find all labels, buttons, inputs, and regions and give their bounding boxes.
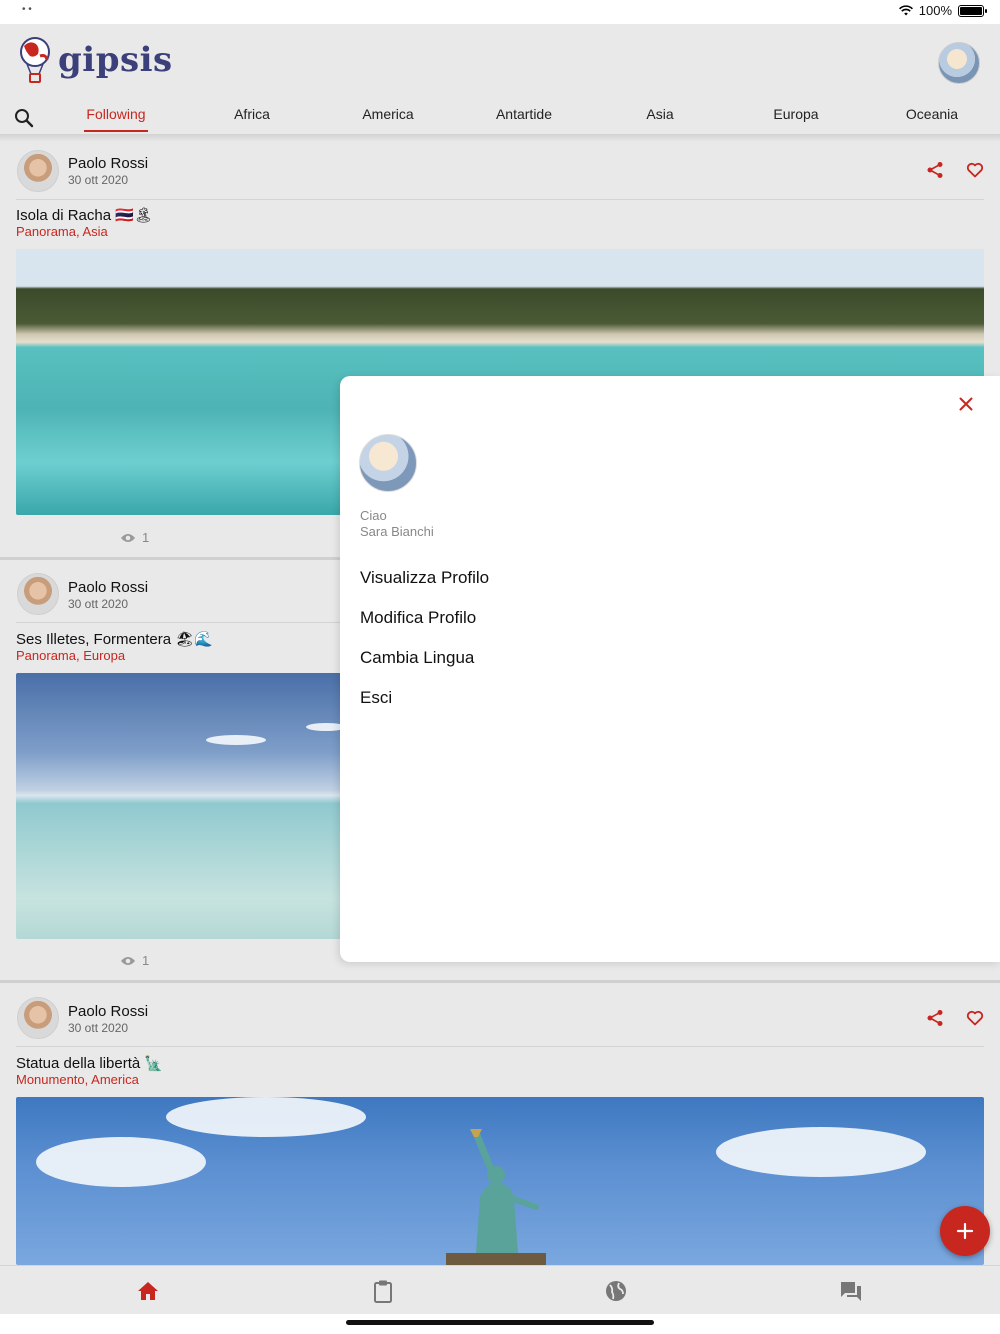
tab-asia[interactable]: Asia <box>610 106 710 122</box>
drawer-greeting: Ciao <box>360 508 387 523</box>
heart-icon[interactable] <box>966 161 984 179</box>
post-category[interactable]: Monumento, America <box>16 1072 139 1087</box>
author-avatar[interactable] <box>17 997 59 1039</box>
tab-oceania[interactable]: Oceania <box>882 106 982 122</box>
share-icon[interactable] <box>926 1009 944 1027</box>
post-title[interactable]: Ses Illetes, Formentera 🏖🌊 <box>16 630 213 648</box>
post-photo[interactable] <box>16 1097 984 1265</box>
tab-europa[interactable]: Europa <box>746 106 846 122</box>
eye-icon <box>121 533 135 542</box>
header-shadow <box>0 134 1000 142</box>
eye-icon <box>121 956 135 965</box>
post-title[interactable]: Isola di Racha 🇹🇭🏝 <box>16 206 153 224</box>
post-date: 30 ott 2020 <box>68 597 129 611</box>
status-dots: • • <box>22 4 32 15</box>
share-icon[interactable] <box>926 161 944 179</box>
balloon-globe-icon <box>20 37 50 83</box>
globe-icon[interactable] <box>603 1279 629 1303</box>
region-tabs: Following Africa America Antartide Asia … <box>0 102 1000 134</box>
chat-icon[interactable] <box>838 1279 864 1303</box>
menu-view-profile[interactable]: Visualizza Profilo <box>360 568 489 588</box>
plus-icon <box>956 1222 974 1240</box>
menu-logout[interactable]: Esci <box>360 688 392 708</box>
menu-edit-profile[interactable]: Modifica Profilo <box>360 608 476 628</box>
post-views: 1 <box>120 530 149 545</box>
home-indicator[interactable] <box>346 1320 654 1325</box>
clipboard-icon[interactable] <box>370 1279 396 1303</box>
tab-antartide[interactable]: Antartide <box>474 106 574 122</box>
drawer-user-name: Sara Bianchi <box>360 524 434 539</box>
tab-africa[interactable]: Africa <box>202 106 302 122</box>
views-count: 1 <box>142 530 150 545</box>
post-title[interactable]: Statua della libertà 🗽 <box>16 1054 163 1072</box>
statue-illustration <box>446 1129 546 1265</box>
post-divider <box>16 1046 984 1047</box>
app-logo-text: gipsis <box>58 40 173 80</box>
active-tab-indicator <box>84 130 148 132</box>
post-divider <box>16 199 984 200</box>
post-category[interactable]: Panorama, Europa <box>16 648 125 663</box>
bottom-navigation <box>0 1265 1000 1315</box>
post-card: Paolo Rossi 30 ott 2020 Statua della lib… <box>0 991 1000 1271</box>
status-bar: • • 100% <box>0 0 1000 24</box>
close-icon[interactable] <box>958 396 974 412</box>
post-author[interactable]: Paolo Rossi <box>68 1003 148 1020</box>
tab-america[interactable]: America <box>338 106 438 122</box>
post-views: 1 <box>120 953 149 968</box>
menu-change-language[interactable]: Cambia Lingua <box>360 648 474 668</box>
drawer-avatar[interactable] <box>359 434 417 492</box>
post-author[interactable]: Paolo Rossi <box>68 155 148 172</box>
post-date: 30 ott 2020 <box>68 173 129 187</box>
post-date: 30 ott 2020 <box>68 1021 129 1035</box>
app-screen: • • 100% gipsis Following Africa America… <box>0 0 1000 1334</box>
app-logo[interactable]: gipsis <box>18 36 173 84</box>
tab-following[interactable]: Following <box>66 106 166 122</box>
add-post-button[interactable] <box>940 1206 990 1256</box>
battery-percent: 100% <box>918 3 952 18</box>
heart-icon[interactable] <box>966 1009 984 1027</box>
author-avatar[interactable] <box>17 150 59 192</box>
post-category[interactable]: Panorama, Asia <box>16 224 108 239</box>
home-icon[interactable] <box>135 1279 161 1303</box>
app-header: gipsis Following Africa America Antartid… <box>0 24 1000 134</box>
battery-icon <box>958 4 987 17</box>
profile-drawer: Ciao Sara Bianchi Visualizza Profilo Mod… <box>340 376 1000 962</box>
views-count: 1 <box>142 953 150 968</box>
search-icon[interactable] <box>14 108 34 128</box>
profile-avatar-button[interactable] <box>938 42 980 84</box>
wifi-icon <box>898 5 913 16</box>
author-avatar[interactable] <box>17 573 59 615</box>
post-author[interactable]: Paolo Rossi <box>68 579 148 596</box>
